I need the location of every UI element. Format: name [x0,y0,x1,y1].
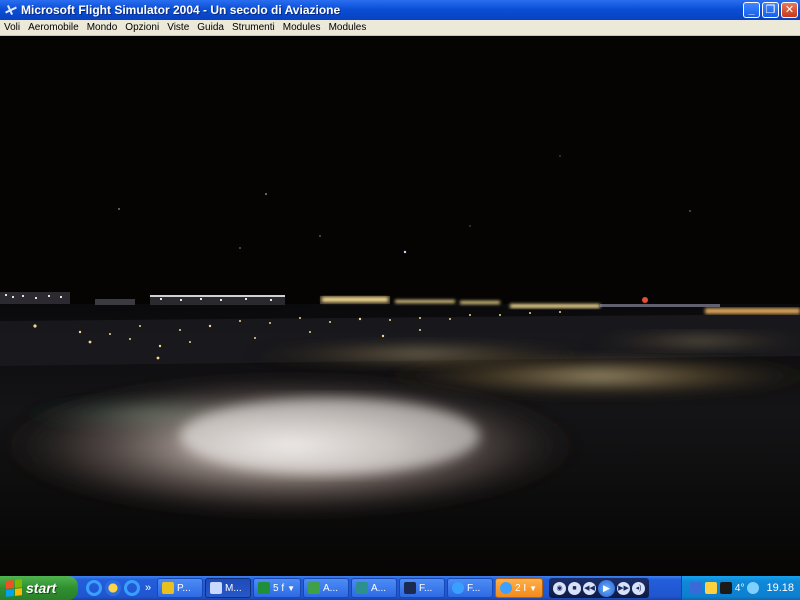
network-icon[interactable] [689,582,702,594]
outlook-icon[interactable] [105,580,121,596]
task-label: A... [371,582,387,594]
task-label: F... [419,582,433,594]
messenger-icon [500,582,512,594]
task-button-messenger-group[interactable]: 2 I ▼ [495,578,543,598]
stop-button[interactable]: ■ [568,581,581,595]
volume-button[interactable]: ◂) [632,581,645,595]
start-label: start [26,580,57,596]
menu-mondo[interactable]: Mondo [83,22,122,33]
clock[interactable]: 19.18 [766,582,794,594]
menu-voli[interactable]: Voli [0,22,24,33]
picture-icon [162,582,174,594]
task-button-flight-simulator[interactable]: M... [205,578,251,598]
task-button-excel-group[interactable]: 5 f ▼ [253,578,301,598]
chevron-down-icon: ▼ [287,583,296,593]
menu-opzioni[interactable]: Opzioni [121,22,163,33]
airplane-icon [210,582,222,594]
task-label: 2 I [515,582,527,594]
chevron-down-icon: ▼ [529,583,538,593]
menu-guida[interactable]: Guida [193,22,228,33]
menu-viste[interactable]: Viste [163,22,193,33]
menu-bar: Voli Aeromobile Mondo Opzioni Viste Guid… [0,20,800,36]
next-button[interactable]: ▶▶ [617,581,630,595]
media-player-toolbar: ◉ ■ ◀◀ ▶ ▶▶ ◂) [549,578,649,598]
media-player-icon[interactable]: ◉ [553,581,566,595]
play-button[interactable]: ▶ [598,579,615,597]
start-button[interactable]: start [0,576,78,600]
display-icon[interactable] [704,582,717,594]
task-button-6[interactable]: F... [399,578,445,598]
task-label: F... [467,582,481,594]
minimize-button[interactable]: _ [743,2,760,18]
menu-modules-2[interactable]: Modules [325,22,371,33]
app-icon [308,582,320,594]
menu-strumenti[interactable]: Strumenti [228,22,279,33]
simulator-viewport[interactable] [0,36,800,576]
quick-launch-more-button[interactable]: » [143,582,153,594]
task-label: 5 f [273,582,285,594]
task-button-4[interactable]: A... [303,578,349,598]
title-bar[interactable]: Microsoft Flight Simulator 2004 - Un sec… [0,0,800,20]
window-controls: _ ❐ ✕ [743,2,798,18]
system-tray: 4° 19.18 [680,576,800,600]
ie-icon [452,582,464,594]
maximize-button[interactable]: ❐ [762,2,779,18]
window-icon [404,582,416,594]
airplane-icon [4,3,18,17]
monitor-icon[interactable] [719,582,732,594]
task-button-7[interactable]: F... [447,578,493,598]
menu-modules[interactable]: Modules [279,22,325,33]
task-label: M... [225,582,242,594]
internet-explorer-icon-2[interactable] [124,580,140,596]
messenger-tray-icon[interactable] [747,582,760,594]
app-icon [356,582,368,594]
window-title: Microsoft Flight Simulator 2004 - Un sec… [21,3,341,17]
previous-button[interactable]: ◀◀ [583,581,596,595]
task-label: P... [177,582,191,594]
quick-launch: » [78,580,157,596]
menu-aeromobile[interactable]: Aeromobile [24,22,83,33]
task-buttons: P... M... 5 f ▼ A... A... F... F... 2 I … [157,578,543,598]
close-button[interactable]: ✕ [781,2,798,18]
task-button-1[interactable]: P... [157,578,203,598]
windows-logo-icon [6,579,22,597]
weather-indicator[interactable]: 4° [735,583,745,594]
task-label: A... [323,582,339,594]
night-scene [0,36,800,576]
taskbar: start » P... M... 5 f ▼ A... A... F... F… [0,576,800,600]
task-button-5[interactable]: A... [351,578,397,598]
internet-explorer-icon[interactable] [86,580,102,596]
excel-icon [258,582,270,594]
